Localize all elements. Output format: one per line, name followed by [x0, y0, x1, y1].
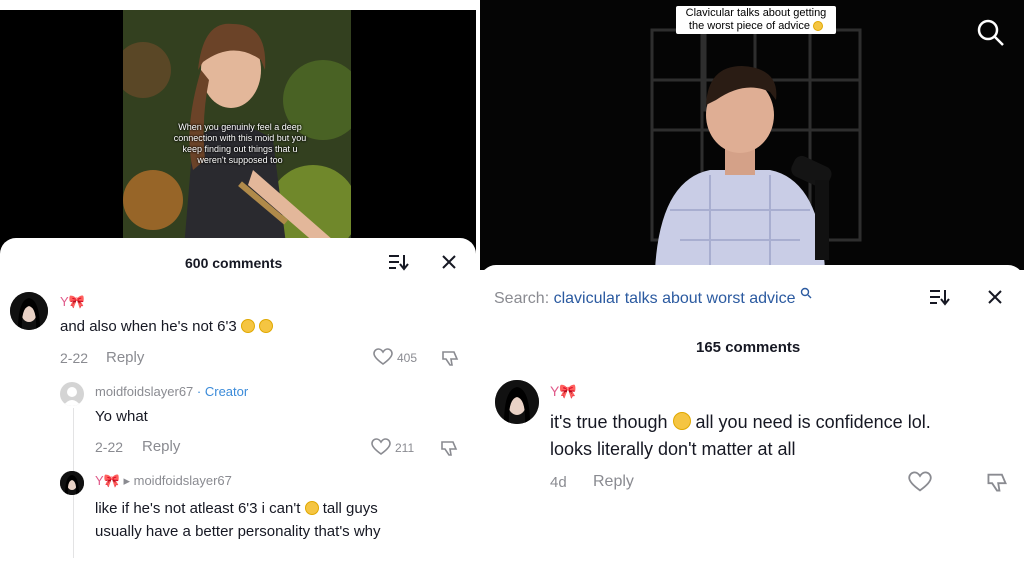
reply-button[interactable]: Reply: [142, 438, 180, 455]
video-overlay-caption: When you genuinly feel a deep connection…: [173, 122, 307, 165]
comments-sheet: Search: clavicular talks about worst adv…: [480, 265, 1024, 570]
avatar[interactable]: [10, 292, 48, 330]
video-thumbnail: [480, 0, 1024, 270]
comment-username[interactable]: moidfoidslayer67 · Creator: [95, 384, 248, 399]
comment-date: 4d: [550, 474, 567, 491]
right-app-screen: Clavicular talks about getting the worst…: [480, 0, 1024, 570]
emoji-icon: [304, 501, 319, 515]
close-icon[interactable]: [440, 253, 458, 271]
reply-button[interactable]: Reply: [593, 473, 634, 491]
close-icon[interactable]: [986, 288, 1004, 306]
avatar[interactable]: [495, 380, 539, 424]
comment-text: Yo what: [95, 408, 148, 425]
comment-date: 2-22: [60, 350, 89, 366]
search-icon[interactable]: [976, 18, 1006, 48]
reply-to-label: ▸ moidfoidslayer67: [123, 473, 232, 488]
left-video-player[interactable]: When you genuinly feel a deep connection…: [0, 10, 476, 260]
emoji-icon: [259, 319, 274, 333]
reply-button[interactable]: Reply: [106, 349, 144, 366]
dislike-icon[interactable]: [441, 349, 459, 367]
emoji-icon: [813, 21, 824, 31]
right-video-player[interactable]: Clavicular talks about getting the worst…: [480, 0, 1024, 270]
screenshot-root: When you genuinly feel a deep connection…: [0, 0, 1024, 570]
heart-icon[interactable]: [373, 348, 393, 366]
comment-username[interactable]: Y🎀: [550, 383, 577, 400]
comment-username[interactable]: Y🎀: [60, 294, 85, 310]
comments-count-title: 165 comments: [696, 339, 801, 356]
comment-text: it's true though all you need is confide…: [550, 412, 931, 459]
sort-icon[interactable]: [387, 252, 409, 272]
left-app-screen: When you genuinly feel a deep connection…: [0, 0, 476, 570]
heart-icon[interactable]: [371, 438, 391, 456]
emoji-icon: [240, 319, 255, 333]
emoji-icon: [672, 412, 691, 430]
search-icon: [800, 287, 812, 299]
sort-icon[interactable]: [928, 287, 950, 307]
comment-date: 2-22: [95, 439, 124, 455]
comments-count-title: 600 comments: [185, 255, 283, 271]
avatar[interactable]: [60, 471, 84, 495]
comment-text: like if he's not atleast 6'3 i can't tal…: [95, 500, 381, 540]
comment-username[interactable]: Y🎀 ▸ moidfoidslayer67: [95, 473, 232, 489]
dislike-icon[interactable]: [440, 439, 458, 457]
creator-badge: · Creator: [196, 384, 249, 399]
search-query-row[interactable]: Search: clavicular talks about worst adv…: [494, 287, 812, 308]
avatar[interactable]: [60, 382, 84, 406]
comment-text: and also when he's not 6'3: [60, 318, 274, 335]
like-count: 211: [395, 441, 415, 455]
like-count: 405: [397, 351, 418, 365]
video-caption: Clavicular talks about getting the worst…: [676, 6, 836, 34]
heart-icon[interactable]: [908, 471, 932, 493]
dislike-icon[interactable]: [986, 471, 1008, 493]
comments-sheet: 600 comments Y🎀 and also when he's not 6…: [0, 238, 476, 570]
